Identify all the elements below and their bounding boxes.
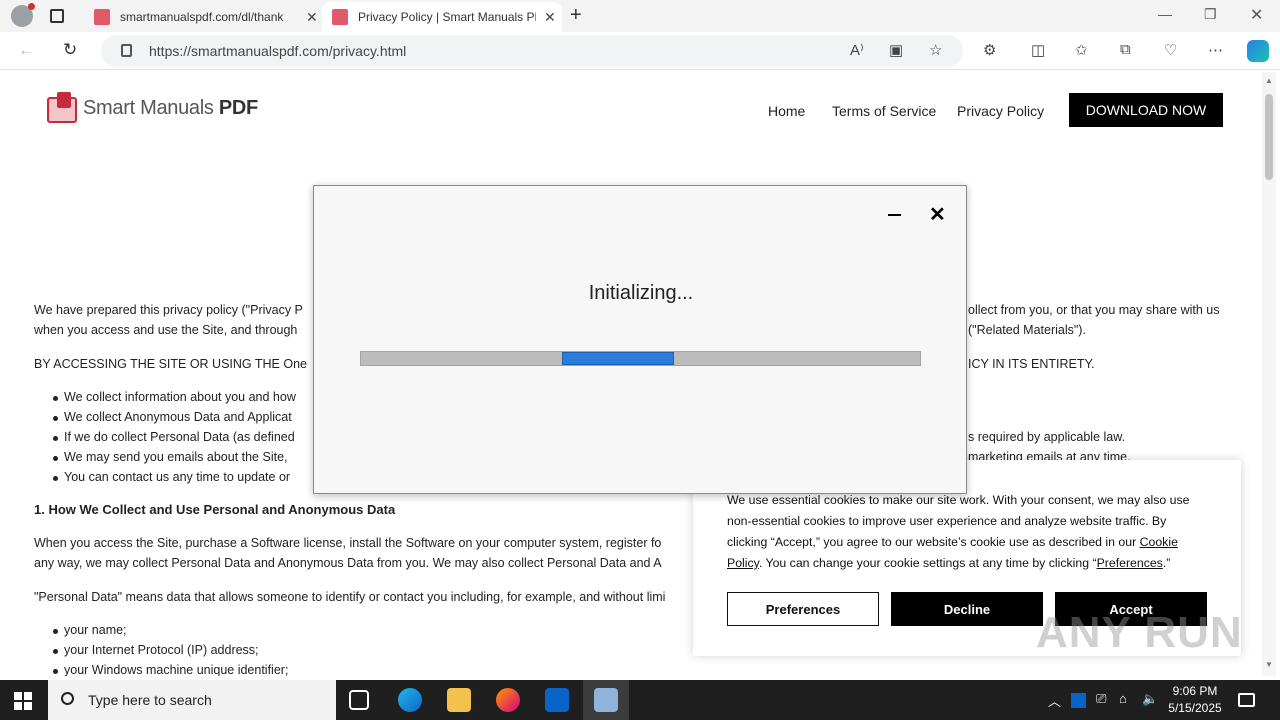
site-favicon-icon bbox=[94, 9, 110, 25]
task-view-icon[interactable] bbox=[349, 690, 369, 710]
dialog-status-text: Initializing... bbox=[588, 282, 694, 304]
copilot-icon[interactable] bbox=[1247, 40, 1269, 62]
favorites-icon[interactable]: ✩ bbox=[1075, 41, 1088, 59]
active-app-button[interactable] bbox=[583, 680, 629, 720]
list-item: We may send you emails about the Site, bbox=[53, 450, 288, 464]
list-item: If we do collect Personal Data (as defin… bbox=[53, 430, 295, 444]
close-tab-icon[interactable]: ✕ bbox=[544, 9, 556, 26]
collections-icon[interactable]: ⧉ bbox=[1120, 41, 1131, 58]
list-item: You can contact us any time to update or bbox=[52, 470, 291, 484]
body-text: When you access the Site, purchase a Sof… bbox=[34, 536, 662, 550]
logo-book-icon bbox=[45, 91, 79, 125]
browser-tab-bar: smartmanualspdf.com/dl/thank ✕ Privacy P… bbox=[0, 0, 1280, 32]
intro-text: ollect from you, or that you may share w… bbox=[968, 303, 1220, 317]
list-item-tail: s required by applicable law. bbox=[968, 430, 1126, 444]
url-text: https://smartmanualspdf.com/privacy.html bbox=[149, 43, 407, 59]
tray-overflow-icon[interactable]: ︿ bbox=[1048, 691, 1061, 710]
device-tray-icon[interactable]: ⎚ bbox=[1096, 691, 1106, 707]
network-icon[interactable]: ⌂ bbox=[1119, 691, 1127, 706]
body-text: "Personal Data" means data that allows s… bbox=[34, 590, 666, 604]
download-now-button[interactable]: DOWNLOAD NOW bbox=[1069, 93, 1223, 127]
section-heading: 1. How We Collect and Use Personal and A… bbox=[34, 502, 396, 517]
immersive-reader-icon[interactable]: ▣ bbox=[889, 41, 903, 59]
body-text: any way, we may collect Personal Data an… bbox=[34, 556, 662, 570]
preferences-button[interactable]: Preferences bbox=[727, 592, 879, 626]
outlook-tray-icon[interactable] bbox=[1071, 693, 1086, 708]
scroll-up-icon[interactable]: ▲ bbox=[1265, 76, 1273, 85]
clock-date: 5/15/2025 bbox=[1168, 701, 1222, 715]
cookie-text: We use essential cookies to make our sit… bbox=[727, 493, 1190, 570]
progress-bar bbox=[360, 351, 921, 366]
volume-icon[interactable]: 🔈 bbox=[1142, 691, 1158, 707]
lock-icon[interactable] bbox=[121, 44, 132, 57]
caps-text: ICY IN ITS ENTIRETY. bbox=[968, 357, 1095, 371]
page-scrollbar[interactable]: ▲ ▼ bbox=[1262, 72, 1276, 676]
notifications-icon[interactable] bbox=[1238, 693, 1255, 707]
nav-terms-of-service[interactable]: Terms of Service bbox=[832, 103, 936, 119]
extensions-icon[interactable]: ⚙ bbox=[983, 41, 996, 59]
caps-text: BY ACCESSING THE SITE OR USING THE One bbox=[34, 357, 307, 371]
dialog-close-icon[interactable]: ✕ bbox=[929, 202, 946, 227]
windows-start-icon[interactable] bbox=[14, 692, 32, 710]
read-aloud-icon[interactable]: A⁾ bbox=[850, 41, 864, 59]
close-window-icon[interactable]: ✕ bbox=[1250, 5, 1263, 25]
watermark: ANY RUN bbox=[1036, 608, 1243, 657]
preferences-link[interactable]: Preferences bbox=[1097, 556, 1163, 570]
firefox-app-icon[interactable] bbox=[496, 688, 520, 712]
outlook-app-icon[interactable] bbox=[545, 688, 569, 712]
intro-text: We have prepared this privacy policy ("P… bbox=[34, 303, 303, 317]
taskbar-search-input[interactable]: Type here to search bbox=[48, 680, 336, 720]
intro-text: ("Related Materials"). bbox=[968, 323, 1086, 337]
list-item: your name; bbox=[53, 623, 127, 637]
favorite-star-icon[interactable]: ☆ bbox=[929, 41, 942, 59]
list-item: We collect Anonymous Data and Applicat bbox=[53, 410, 292, 424]
more-options-icon[interactable]: ⋯ bbox=[1208, 41, 1223, 59]
close-tab-icon[interactable]: ✕ bbox=[306, 9, 318, 26]
tab-title: smartmanualspdf.com/dl/thank bbox=[120, 10, 284, 24]
tab-title: Privacy Policy | Smart Manuals PDF bbox=[358, 10, 536, 24]
site-logo[interactable]: Smart Manuals PDF bbox=[45, 91, 258, 125]
refresh-icon[interactable]: ↻ bbox=[63, 40, 77, 60]
restore-window-icon[interactable]: ❐ bbox=[1204, 6, 1217, 23]
edge-app-icon[interactable] bbox=[398, 688, 422, 712]
url-field[interactable]: https://smartmanualspdf.com/privacy.html bbox=[101, 35, 963, 67]
system-clock[interactable]: 9:06 PM 5/15/2025 bbox=[1166, 683, 1224, 717]
scrollbar-thumb[interactable] bbox=[1265, 94, 1273, 180]
dialog-minimize-icon[interactable] bbox=[888, 214, 901, 216]
nav-privacy-policy[interactable]: Privacy Policy bbox=[957, 103, 1044, 119]
browser-essentials-icon[interactable]: ♡ bbox=[1164, 41, 1177, 59]
logo-text: Smart Manuals PDF bbox=[83, 96, 258, 119]
tab-privacy-policy[interactable]: Privacy Policy | Smart Manuals PDF ✕ bbox=[322, 2, 562, 32]
scroll-down-icon[interactable]: ▼ bbox=[1265, 660, 1273, 669]
decline-button[interactable]: Decline bbox=[891, 592, 1043, 626]
tab-thank-you[interactable]: smartmanualspdf.com/dl/thank ✕ bbox=[84, 2, 320, 32]
site-favicon-icon bbox=[332, 9, 348, 25]
list-item: We collect information about you and how bbox=[53, 390, 296, 404]
taskbar: Type here to search ︿ ⎚ ⌂ 🔈 9:06 PM 5/15… bbox=[0, 680, 1280, 720]
split-screen-icon[interactable]: ◫ bbox=[1031, 41, 1045, 59]
list-item: your Internet Protocol (IP) address; bbox=[53, 643, 259, 657]
clock-time: 9:06 PM bbox=[1172, 684, 1218, 698]
tab-actions-icon[interactable] bbox=[50, 9, 64, 23]
installer-dialog: ✕ Initializing... bbox=[313, 185, 967, 494]
new-tab-icon[interactable]: + bbox=[570, 4, 582, 27]
installer-app-icon bbox=[594, 688, 618, 712]
minimize-window-icon[interactable]: — bbox=[1158, 6, 1172, 22]
search-icon bbox=[61, 692, 74, 705]
address-toolbar: ← ↻ https://smartmanualspdf.com/privacy.… bbox=[0, 32, 1280, 70]
file-explorer-icon[interactable] bbox=[447, 688, 471, 712]
intro-text: when you access and use the Site, and th… bbox=[34, 323, 298, 337]
list-item: your Windows machine unique identifier; bbox=[52, 663, 289, 676]
back-icon[interactable]: ← bbox=[18, 40, 35, 60]
nav-home[interactable]: Home bbox=[768, 103, 805, 119]
progress-bar-fill bbox=[562, 352, 674, 365]
search-placeholder: Type here to search bbox=[88, 692, 212, 708]
profile-icon[interactable] bbox=[11, 3, 35, 27]
